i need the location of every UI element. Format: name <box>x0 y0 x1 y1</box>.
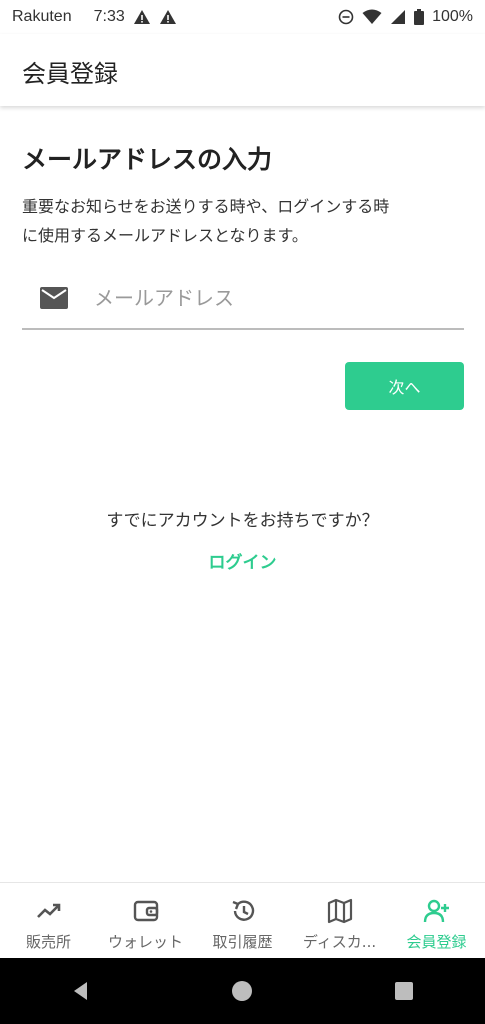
battery-percent: 100% <box>432 8 473 25</box>
email-section: メールアドレスの入力 重要なお知らせをお送りする時や、ログインする時 に使用する… <box>22 140 464 250</box>
bottom-navigation: 販売所 ウォレット 取引履歴 ディスカ... 会員登録 <box>0 882 485 959</box>
description-line: 重要なお知らせをお送りする時や、ログインする時 <box>22 197 390 216</box>
mail-icon <box>40 287 68 309</box>
back-icon[interactable] <box>69 979 93 1003</box>
history-icon <box>232 900 254 921</box>
nav-item-discover[interactable]: ディスカ... <box>291 883 388 959</box>
system-navigation-bar <box>0 958 485 1024</box>
nav-label: 取引履歴 <box>212 933 273 951</box>
nav-item-exchange[interactable]: 販売所 <box>0 883 97 959</box>
app-bar: 会員登録 <box>0 34 485 106</box>
section-heading: メールアドレスの入力 <box>22 145 273 174</box>
nav-item-register[interactable]: 会員登録 <box>388 883 485 959</box>
warning-icon <box>159 10 176 24</box>
trending-up-icon <box>36 903 60 918</box>
add-user-icon <box>423 899 449 923</box>
clock: 7:33 <box>93 8 125 25</box>
do-not-disturb-icon <box>338 9 354 25</box>
status-bar: Rakuten 7:33 100% <box>0 0 485 34</box>
battery-icon <box>414 9 425 25</box>
nav-label: ウォレット <box>107 933 183 951</box>
map-icon <box>327 898 352 924</box>
nav-item-wallet[interactable]: ウォレット <box>97 883 194 959</box>
login-link[interactable]: ログイン <box>0 548 485 573</box>
next-button[interactable]: 次へ <box>345 362 464 410</box>
nav-item-history[interactable]: 取引履歴 <box>194 883 291 959</box>
signal-icon <box>391 10 406 24</box>
home-icon[interactable] <box>230 979 254 1003</box>
email-input[interactable] <box>92 285 436 311</box>
recents-icon[interactable] <box>392 979 416 1003</box>
wifi-icon <box>362 9 382 24</box>
nav-label: 販売所 <box>25 933 71 951</box>
page-title: 会員登録 <box>22 60 118 88</box>
have-account-text: すでにアカウントをお持ちですか？ <box>106 511 379 531</box>
description-line: に使用するメールアドレスとなります。 <box>22 226 308 245</box>
section-description: 重要なお知らせをお送りする時や、ログインする時 に使用するメールアドレスとなりま… <box>22 192 464 250</box>
nav-label: 会員登録 <box>406 933 467 951</box>
email-field[interactable] <box>22 268 464 330</box>
warning-icon <box>133 10 150 24</box>
nav-label: ディスカ... <box>302 933 377 951</box>
wallet-icon <box>133 900 158 922</box>
carrier-label: Rakuten <box>12 8 72 25</box>
